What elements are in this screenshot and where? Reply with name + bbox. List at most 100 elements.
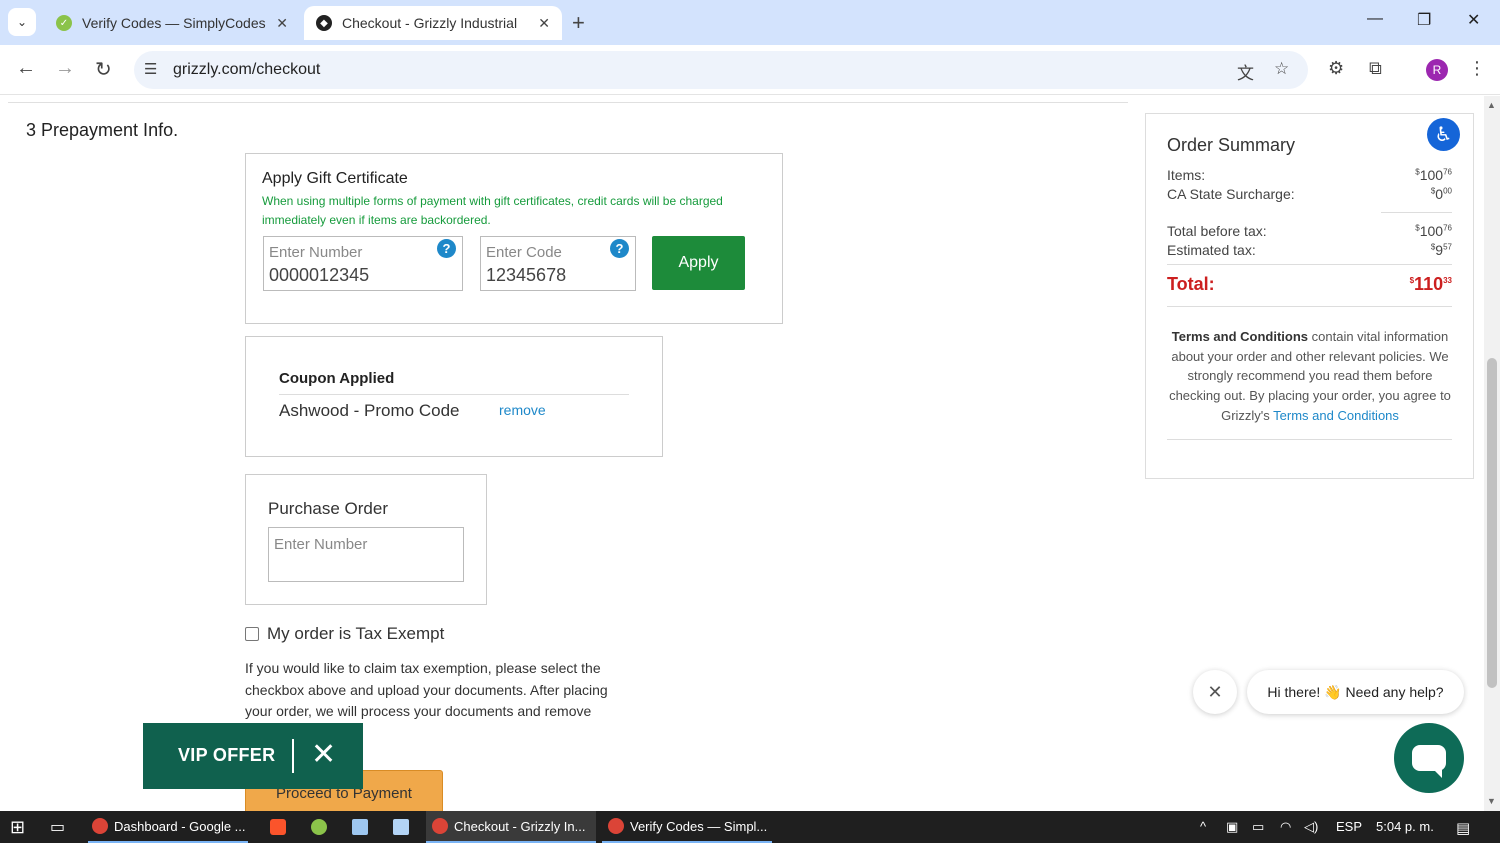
bookmark-star-icon[interactable]: ☆ [1274,59,1289,79]
purchase-order-input[interactable]: Enter Number [268,527,464,582]
notes-icon[interactable] [393,811,409,843]
terms-bold: Terms and Conditions [1171,329,1309,344]
remove-coupon-link[interactable]: remove [499,402,546,418]
restore-icon[interactable]: ❐ [1417,10,1431,30]
taskbar-item-label: Checkout - Grizzly In... [454,818,586,834]
back-arrow-icon[interactable]: ← [16,57,36,80]
extensions-puzzle-icon[interactable]: ⧉ [1369,58,1382,79]
forward-arrow-icon[interactable]: → [55,57,75,80]
tax-exempt-label[interactable]: My order is Tax Exempt [267,624,444,644]
total-row: Total: $11033 [1167,274,1452,295]
surcharge-row: CA State Surcharge: $000 [1167,186,1452,202]
chat-greeting-bubble[interactable]: Hi there! 👋 Need any help? [1247,670,1464,714]
items-row: Items: $10076 [1167,167,1452,183]
wifi-icon[interactable]: ◠ [1280,819,1291,835]
before-tax-row: Total before tax: $10076 [1167,223,1452,239]
surcharge-label: CA State Surcharge: [1167,186,1295,202]
purchase-order-title: Purchase Order [268,499,388,518]
step-title: 3 Prepayment Info. [26,120,179,140]
new-tab-plus-icon[interactable]: + [572,10,585,36]
tab-verify-codes[interactable]: ✓ Verify Codes — SimplyCodes ✕ [44,6,300,40]
chat-launcher-button[interactable] [1394,723,1464,793]
menu-kebab-icon[interactable]: ⋮ [1468,58,1486,79]
gift-code-value: 12345678 [486,265,567,285]
chat-bubble-icon [1412,745,1446,778]
help-question-icon[interactable]: ? [437,239,456,258]
vip-offer-label[interactable]: VIP OFFER [178,745,275,766]
extension-robot-icon[interactable]: ⚙ [1328,58,1344,79]
purchase-order-panel: Purchase Order Enter Number [245,474,487,605]
site-settings-icon[interactable]: ☰ [144,60,157,78]
url-text[interactable]: grizzly.com/checkout [173,61,320,79]
vip-offer-banner[interactable]: VIP OFFER ✕ [143,723,363,789]
address-bar[interactable]: ☰ grizzly.com/checkout 文 ☆ [134,51,1308,89]
taskbar-item-checkout[interactable]: Checkout - Grizzly In... [426,811,596,843]
taskbar-item-label: Dashboard - Google ... [114,818,246,834]
clock[interactable]: 5:04 p. m. [1376,819,1434,834]
browser-toolbar: ← → ↻ ☰ grizzly.com/checkout 文 ☆ ⚙ ⧉ ⋮ [0,45,1500,95]
grizzly-favicon-icon: ◆ [316,15,332,31]
close-tab-icon[interactable]: ✕ [538,15,550,32]
divider [292,739,294,773]
notepad-icon[interactable] [352,811,368,843]
tax-label: Estimated tax: [1167,242,1256,258]
taskbar-item-dashboard[interactable]: Dashboard - Google ... [88,811,248,843]
gift-certificate-panel: Apply Gift Certificate When using multip… [245,153,783,324]
taskbar-item-label: Verify Codes — Simpl... [630,818,768,834]
tax-row: Estimated tax: $957 [1167,242,1452,258]
minimize-icon[interactable]: — [1367,10,1383,28]
tray-chevron-icon[interactable]: ^ [1200,819,1206,834]
battery-icon[interactable]: ▭ [1252,819,1264,835]
tab-checkout[interactable]: ◆ Checkout - Grizzly Industrial ✕ [304,6,562,40]
gift-number-input[interactable]: Enter Number 0000012345 ? [263,236,463,291]
tab-title: Checkout - Grizzly Industrial [342,15,518,31]
coupon-panel: Coupon Applied Ashwood - Promo Code remo… [245,336,663,457]
before-tax-value: $10076 [1415,223,1452,239]
windows-taskbar: ⊞ ▭ Dashboard - Google ... Checkout - Gr… [0,811,1500,843]
scrollbar-thumb[interactable] [1487,358,1497,688]
profile-avatar[interactable]: R [1426,59,1448,81]
close-tab-icon[interactable]: ✕ [276,15,288,32]
task-view-icon[interactable]: ▭ [50,811,65,843]
simplycodes-favicon-icon: ✓ [56,15,72,31]
purchase-order-placeholder: Enter Number [274,536,368,553]
notifications-icon[interactable]: ▤ [1456,819,1470,837]
brave-icon[interactable] [270,811,286,843]
tax-exempt-row[interactable]: My order is Tax Exempt [245,624,444,644]
terms-link[interactable]: Terms and Conditions [1273,408,1399,423]
close-chat-prompt-icon[interactable]: ✕ [1193,670,1237,714]
divider [1381,212,1452,213]
coupon-title: Coupon Applied [279,370,395,387]
translate-icon[interactable]: 文 [1237,59,1254,84]
page-scrollbar[interactable]: ▲ ▼ [1484,96,1500,811]
simplycodes-icon[interactable] [311,811,327,843]
taskbar-item-verify[interactable]: Verify Codes — Simpl... [602,811,772,843]
gift-number-value: 0000012345 [269,265,370,285]
close-window-icon[interactable]: ✕ [1467,10,1480,30]
chrome-icon [608,818,624,834]
order-summary-title: Order Summary [1167,135,1296,155]
gift-title: Apply Gift Certificate [262,170,408,187]
terms-notice: Terms and Conditions contain vital infor… [1164,327,1456,426]
tab-search-chevron-icon[interactable]: ⌄ [8,8,36,36]
gift-note: When using multiple forms of payment wit… [262,194,723,227]
tab-title: Verify Codes — SimplyCodes [82,15,266,31]
items-label: Items: [1167,167,1206,183]
coupon-code: Ashwood - Promo Code [279,401,460,420]
close-vip-icon[interactable]: ✕ [311,737,336,772]
reload-icon[interactable]: ↻ [95,57,112,82]
gift-number-placeholder: Enter Number [269,244,363,261]
total-value: $11033 [1409,274,1452,294]
windows-start-icon[interactable]: ⊞ [10,811,25,843]
scroll-up-arrow-icon[interactable]: ▲ [1487,100,1496,110]
tax-exempt-checkbox[interactable] [245,627,259,641]
items-value: $10076 [1415,167,1452,183]
scroll-down-arrow-icon[interactable]: ▼ [1487,796,1496,806]
accessibility-icon[interactable]: ♿ [1427,118,1460,151]
volume-icon[interactable]: ◁) [1304,819,1318,835]
apply-gift-button[interactable]: Apply [652,236,745,290]
tray-app-icon[interactable]: ▣ [1226,819,1238,835]
language-indicator[interactable]: ESP [1336,819,1362,834]
help-question-icon[interactable]: ? [610,239,629,258]
gift-code-input[interactable]: Enter Code 12345678 ? [480,236,636,291]
